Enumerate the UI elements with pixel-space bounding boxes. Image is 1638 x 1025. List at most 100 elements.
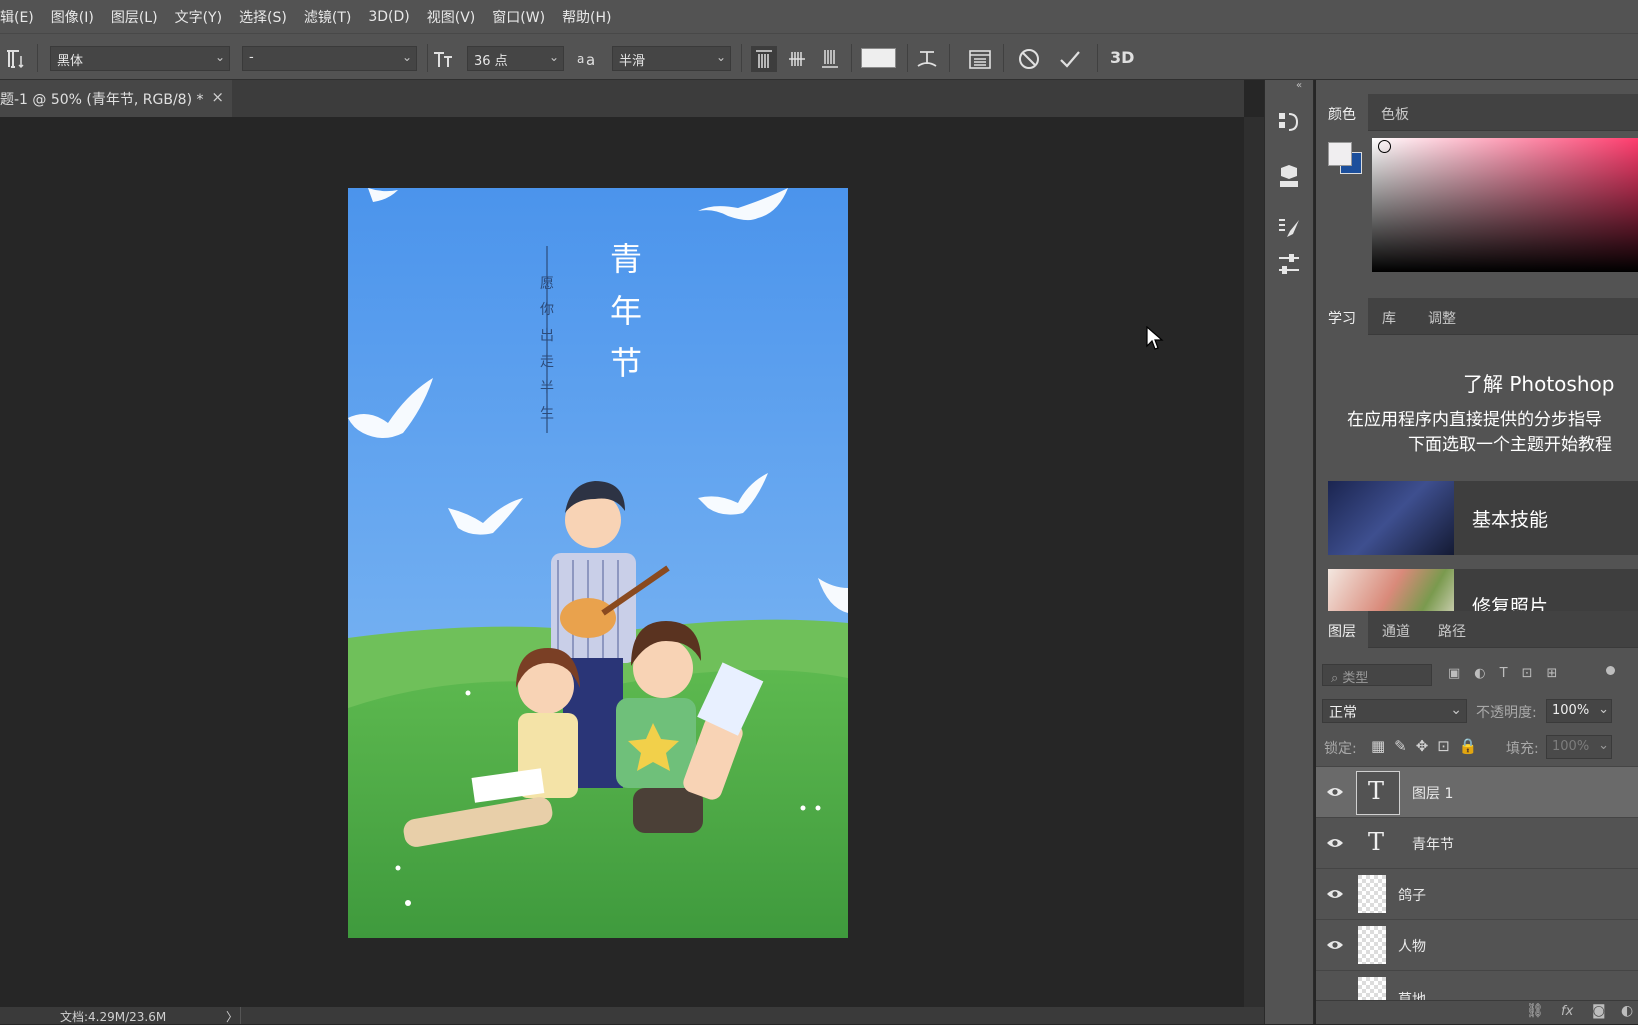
anti-alias-select[interactable]: 半滑 ⌄ — [612, 46, 731, 71]
color-picker-field[interactable] — [1372, 138, 1638, 272]
align-center-icon[interactable] — [784, 46, 810, 72]
font-family-value: 黑体 — [57, 54, 84, 69]
3d-button[interactable]: 3D — [1110, 48, 1134, 67]
learn-line-1: 在应用程序内直接提供的分步指导 — [1347, 410, 1602, 430]
layer-row-people[interactable]: 人物 — [1316, 919, 1638, 970]
menu-type[interactable]: 文字(Y) — [167, 7, 231, 27]
title-char: 青 — [610, 240, 642, 278]
chevron-down-icon: ⌄ — [715, 50, 726, 64]
menu-view[interactable]: 视图(V) — [419, 7, 485, 27]
align-top-icon[interactable] — [751, 46, 777, 72]
layer-name: 人物 — [1398, 939, 1426, 955]
menu-edit[interactable]: 辑(E) — [0, 7, 43, 27]
tab-channels[interactable]: 通道 — [1370, 611, 1422, 648]
menu-select[interactable]: 选择(S) — [231, 7, 296, 27]
status-bar: 文档:4.29M/23.6M 〉 — [0, 1007, 1264, 1024]
menu-layer[interactable]: 图层(L) — [103, 7, 167, 27]
adjustments-icon[interactable] — [1277, 252, 1301, 278]
tab-swatches[interactable]: 色板 — [1369, 94, 1421, 131]
anti-alias-value: 半滑 — [619, 54, 646, 69]
collapse-icon[interactable]: « — [1296, 80, 1302, 91]
tab-learn[interactable]: 学习 — [1316, 298, 1368, 335]
chevron-down-icon: ⌄ — [214, 50, 225, 64]
document-tab-title: 题-1 @ 50% (青年节, RGB/8) * — [0, 92, 204, 108]
document-tab[interactable]: 题-1 @ 50% (青年节, RGB/8) * × — [0, 80, 232, 117]
color-picker-handle[interactable] — [1378, 140, 1391, 153]
properties-icon[interactable] — [1277, 164, 1301, 190]
fill-label: 填充: — [1506, 741, 1539, 757]
fx-icon[interactable]: fx — [1561, 1004, 1573, 1019]
opacity-field[interactable]: 100% ⌄ — [1546, 699, 1612, 723]
link-icon[interactable]: ⛓ — [1526, 1003, 1544, 1019]
menu-image[interactable]: 图像(I) — [43, 7, 103, 27]
chevron-down-icon: ⌄ — [401, 50, 412, 64]
separator — [427, 44, 428, 72]
fill-field[interactable]: 100% ⌄ — [1546, 735, 1612, 759]
subtitle-char: 出 — [540, 328, 554, 344]
artwork-canvas[interactable]: 青年节 愿你出走半生 — [348, 188, 848, 938]
svg-text:a: a — [586, 51, 595, 69]
options-bar: 黑体 ⌄ - ⌄ 36 点 ⌄ a a 半滑 ⌄ 3D — [0, 33, 1638, 80]
tab-paths[interactable]: 路径 — [1426, 611, 1478, 648]
lock-icons[interactable]: ▦✎✥⊡🔒 — [1371, 737, 1487, 755]
subtitle-char: 你 — [540, 302, 554, 318]
layer-row-doves[interactable]: 鸽子 — [1316, 868, 1638, 919]
menu-window[interactable]: 窗口(W) — [484, 7, 554, 27]
warp-text-icon[interactable] — [914, 46, 940, 72]
title-char: 节 — [610, 344, 642, 382]
mask-icon[interactable]: ◙ — [1592, 1003, 1606, 1019]
layer-filter-value: 类型 — [1342, 671, 1369, 686]
font-style-select[interactable]: - ⌄ — [242, 46, 417, 71]
title-char: 年 — [610, 292, 642, 330]
separator — [851, 44, 852, 72]
layer-row-qingnianjie[interactable]: T 青年节 — [1316, 817, 1638, 868]
separator — [1097, 44, 1098, 72]
layer-row-layer1[interactable]: T 图层 1 — [1316, 766, 1638, 817]
eye-icon[interactable] — [1326, 834, 1344, 852]
eye-icon[interactable] — [1326, 936, 1344, 954]
adjustment-icon[interactable]: ◐ — [1621, 1003, 1633, 1019]
layers-footer: ⛓ fx ◙ ◐ — [1316, 1000, 1638, 1024]
separator — [37, 44, 38, 72]
vertical-scrollbar[interactable] — [1244, 117, 1264, 1007]
learn-card-basic-skills[interactable]: 基本技能 — [1328, 481, 1638, 555]
cancel-icon[interactable] — [1017, 47, 1041, 71]
font-family-select[interactable]: 黑体 ⌄ — [50, 46, 230, 71]
status-arrow-button[interactable]: 〉 — [226, 1008, 238, 1025]
chevron-down-icon: ⌄ — [1450, 702, 1462, 718]
layer-name: 青年节 — [1412, 837, 1454, 853]
smart-object-thumbnail — [1358, 926, 1386, 964]
layer-filter-select[interactable]: ⌕ 类型 — [1322, 664, 1432, 686]
svg-text:a: a — [577, 52, 584, 66]
search-icon: ⌕ — [1331, 671, 1339, 686]
history-icon[interactable] — [1277, 110, 1301, 136]
eye-icon[interactable] — [1326, 885, 1344, 903]
font-size-select[interactable]: 36 点 ⌄ — [467, 46, 564, 71]
subtitle-char: 半 — [540, 380, 554, 396]
text-color-swatch[interactable] — [861, 48, 896, 68]
align-bottom-icon[interactable] — [817, 46, 843, 72]
tab-color[interactable]: 颜色 — [1316, 94, 1368, 131]
character-panel-icon[interactable] — [967, 46, 993, 72]
commit-checkmark-icon[interactable] — [1058, 47, 1082, 71]
close-icon[interactable]: × — [211, 88, 224, 106]
eye-icon[interactable] — [1326, 783, 1344, 801]
filter-toggle[interactable] — [1606, 666, 1615, 675]
chevron-down-icon: ⌄ — [1598, 702, 1609, 717]
tab-libraries[interactable]: 库 — [1370, 298, 1408, 335]
learn-heading: 了解 Photoshop — [1463, 372, 1615, 396]
foreground-color-swatch[interactable] — [1328, 142, 1352, 166]
document-tab-bar: 题-1 @ 50% (青年节, RGB/8) * × — [0, 80, 1244, 117]
blend-mode-value: 正常 — [1329, 705, 1357, 721]
menu-help[interactable]: 帮助(H) — [554, 7, 620, 27]
blend-mode-select[interactable]: 正常 ⌄ — [1322, 699, 1467, 723]
learn-card-fix-photo[interactable]: 修复照片 — [1328, 569, 1638, 611]
brush-settings-icon[interactable] — [1277, 216, 1301, 242]
tab-adjustments[interactable]: 调整 — [1416, 298, 1468, 335]
tab-layers[interactable]: 图层 — [1316, 611, 1368, 648]
subtitle-char: 愿 — [540, 276, 554, 292]
layer-row-grass[interactable]: 草地 — [1316, 970, 1638, 1000]
menu-3d[interactable]: 3D(D) — [360, 9, 418, 25]
vertical-type-tool-icon[interactable] — [6, 48, 28, 70]
menu-filter[interactable]: 滤镜(T) — [296, 7, 360, 27]
